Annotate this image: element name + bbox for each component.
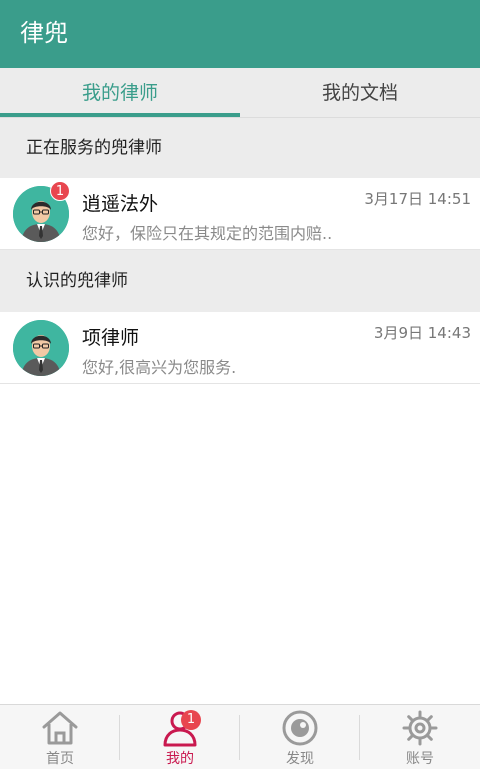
tab-bar: 我的律师 我的文档 xyxy=(0,68,480,118)
tab-my-documents[interactable]: 我的文档 xyxy=(240,68,480,118)
nav-account[interactable]: 账号 xyxy=(360,705,480,769)
gear-icon xyxy=(400,709,440,747)
unread-badge: 1 xyxy=(50,181,70,201)
last-message: 您好,很高兴为您服务. xyxy=(82,358,237,377)
home-icon xyxy=(40,709,80,747)
app-header: 律兜 xyxy=(0,0,480,68)
list-item[interactable]: 1 逍遥法外 您好，保险只在其规定的范围内赔.. 3月17日 14:51 xyxy=(0,178,480,250)
nav-label: 我的 xyxy=(166,751,194,767)
eye-icon xyxy=(280,709,320,747)
last-message: 您好，保险只在其规定的范围内赔.. xyxy=(82,224,333,243)
message-time: 3月9日 14:43 xyxy=(373,324,471,342)
nav-label: 发现 xyxy=(286,751,314,767)
active-tab-indicator xyxy=(0,113,240,117)
tab-my-lawyers[interactable]: 我的律师 xyxy=(0,68,240,118)
app-title: 律兜 xyxy=(20,19,68,47)
avatar xyxy=(13,320,69,376)
lawyer-avatar-icon xyxy=(13,320,69,376)
nav-label: 账号 xyxy=(406,751,434,767)
section-header-known: 认识的兜律师 xyxy=(0,250,480,312)
nav-unread-badge: 1 xyxy=(181,710,201,730)
lawyer-name: 项律师 xyxy=(82,327,140,349)
bottom-nav: 首页 我的 1 发现 账号 xyxy=(0,704,480,769)
nav-home[interactable]: 首页 xyxy=(0,705,120,769)
nav-label: 首页 xyxy=(46,751,74,767)
list-item[interactable]: 项律师 您好,很高兴为您服务. 3月9日 14:43 xyxy=(0,312,480,384)
nav-discover[interactable]: 发现 xyxy=(240,705,360,769)
section-header-serving: 正在服务的兜律师 xyxy=(0,118,480,178)
nav-mine[interactable]: 我的 xyxy=(120,705,240,769)
message-time: 3月17日 14:51 xyxy=(364,190,471,208)
lawyer-name: 逍遥法外 xyxy=(82,193,159,215)
